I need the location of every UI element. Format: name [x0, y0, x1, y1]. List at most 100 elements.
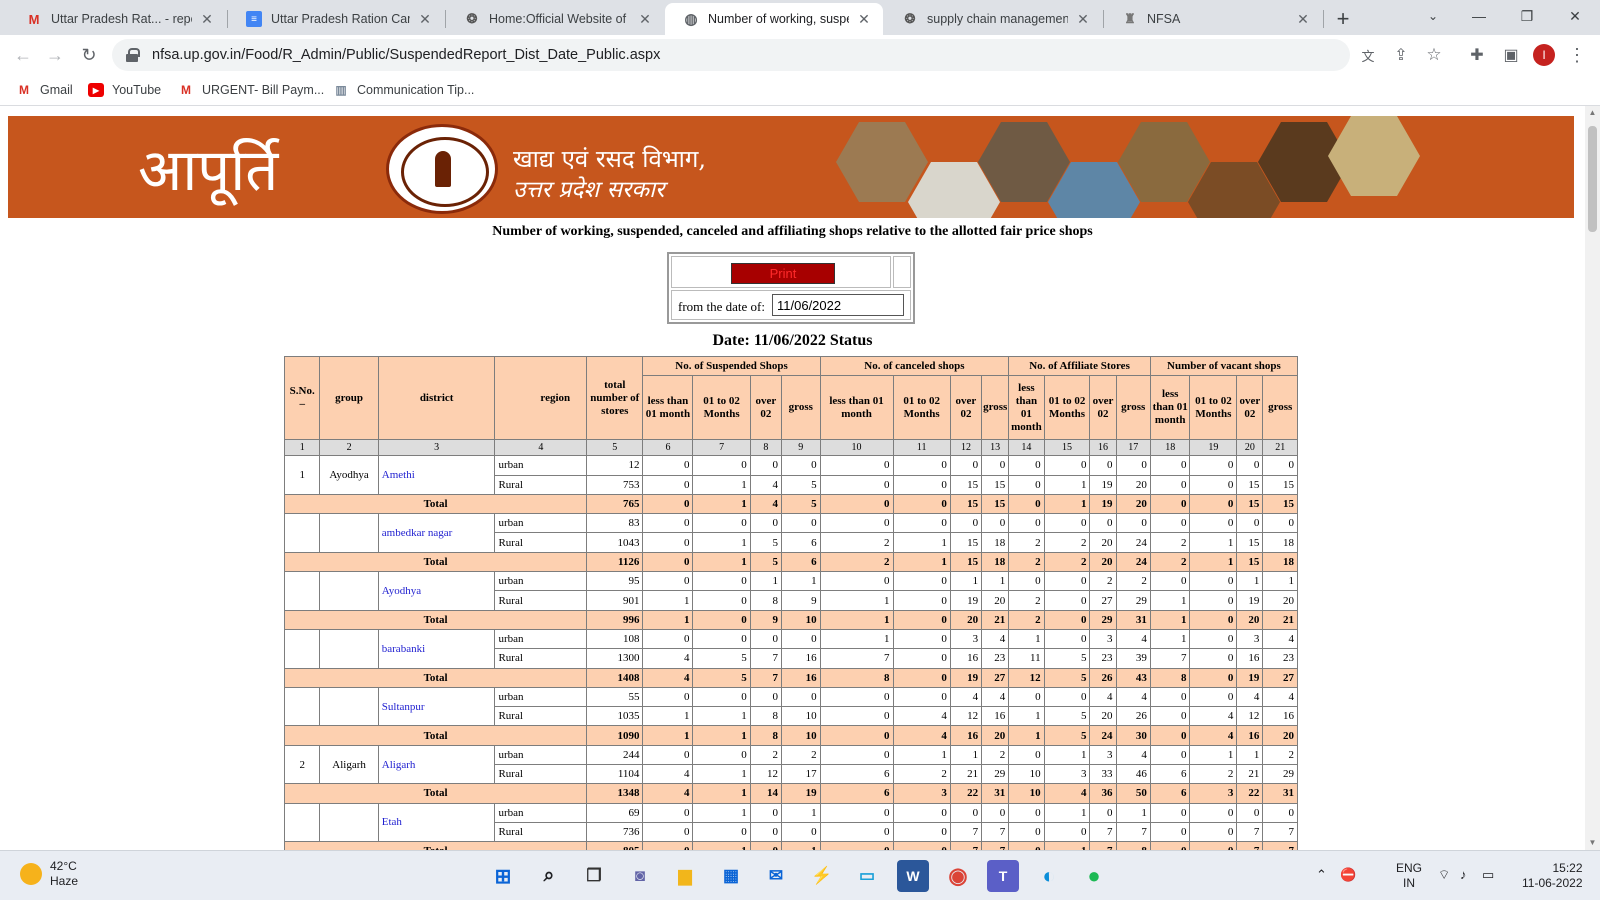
- column-number: 11: [892, 439, 951, 457]
- menu-button[interactable]: ⋮: [1563, 41, 1591, 69]
- bookmark-youtube[interactable]: ▶ YouTube: [88, 80, 161, 100]
- power-automate-icon[interactable]: ⚡: [806, 860, 838, 892]
- value-cell: 0: [981, 455, 1010, 476]
- reload-button[interactable]: ↻: [75, 41, 103, 69]
- value-cell: 4: [642, 764, 694, 785]
- youtube-icon: ▶: [88, 83, 104, 97]
- tab-search-button[interactable]: ⌄: [1410, 0, 1456, 32]
- minimize-button[interactable]: —: [1456, 0, 1502, 32]
- value-cell: 0: [819, 744, 894, 766]
- value-cell: 0: [1149, 802, 1191, 823]
- total-value-cell: 1: [1043, 841, 1091, 850]
- battery-icon[interactable]: ▭: [1482, 867, 1494, 883]
- scroll-down-arrow-icon[interactable]: ▼: [1588, 838, 1597, 848]
- profile-avatar[interactable]: I: [1533, 44, 1555, 66]
- from-date-input[interactable]: [772, 294, 904, 316]
- subheader: gross: [1115, 375, 1151, 441]
- bookmark-gmail[interactable]: M Gmail: [16, 80, 73, 100]
- vertical-scrollbar[interactable]: ▲ ▼: [1585, 106, 1600, 850]
- value-cell: 0: [642, 571, 694, 592]
- district-link[interactable]: Sultanpur: [377, 686, 496, 727]
- total-value-cell: 20: [1262, 725, 1298, 746]
- close-icon[interactable]: ✕: [1074, 10, 1092, 28]
- tab-strip: M Uttar Pradesh Rat... - repetiti ✕ ≡ Ut…: [0, 0, 1600, 35]
- district-link[interactable]: Aligarh: [377, 744, 496, 785]
- volume-icon[interactable]: ♪: [1460, 867, 1467, 882]
- value-cell: 1: [1043, 474, 1091, 495]
- task-view-icon[interactable]: ❐: [578, 860, 610, 892]
- show-hidden-icons-chevron-up-icon[interactable]: ⌃: [1316, 867, 1327, 883]
- search-icon[interactable]: ⌕: [533, 860, 565, 892]
- teams-icon[interactable]: T: [987, 860, 1019, 892]
- total-value-cell: 4: [642, 783, 694, 804]
- value-cell: 4: [1089, 686, 1117, 708]
- chrome-icon[interactable]: ◉: [942, 860, 974, 892]
- value-cell: 0: [1189, 571, 1238, 592]
- edge-icon[interactable]: ◐: [1033, 860, 1065, 892]
- bookmark-communication-tips[interactable]: ▥ Communication Tip...: [333, 80, 474, 100]
- tab-nfsa[interactable]: ♜ NFSA ✕: [1104, 3, 1322, 35]
- district-link[interactable]: Amethi: [377, 455, 496, 495]
- value-cell: 2: [819, 532, 894, 553]
- wifi-icon[interactable]: ⌔: [1438, 867, 1450, 883]
- total-value-cell: 1: [692, 493, 751, 515]
- value-cell: 18: [981, 532, 1010, 553]
- column-number: 17: [1115, 439, 1151, 457]
- start-windows-icon[interactable]: ⊞: [487, 860, 519, 892]
- scroll-up-arrow-icon[interactable]: ▲: [1588, 108, 1597, 118]
- weather-widget[interactable]: 42°C Haze: [20, 859, 78, 889]
- district-link[interactable]: Etah: [377, 802, 496, 843]
- value-cell: 20: [1089, 706, 1117, 727]
- bookmark-star-button[interactable]: ☆: [1420, 41, 1448, 69]
- side-panel-button[interactable]: ▣: [1497, 41, 1525, 69]
- subheader: over 02: [1236, 375, 1264, 441]
- total-value-cell: 20: [981, 725, 1010, 746]
- close-icon[interactable]: ✕: [855, 10, 873, 28]
- print-button[interactable]: Print: [731, 263, 835, 284]
- new-tab-button[interactable]: +: [1330, 6, 1356, 32]
- system-clock[interactable]: 15:22 11-06-2022: [1522, 861, 1583, 891]
- close-icon[interactable]: ✕: [1294, 10, 1312, 28]
- side-panel-icon: ▣: [1503, 47, 1519, 64]
- tab-ration-card-doc[interactable]: ≡ Uttar Pradesh Ration Card L ✕: [228, 3, 444, 35]
- table-row: Sultanpur urban 55 0 0 0 0 0 0 4 4 0 0 4 4 0 0 4 4: [283, 686, 1298, 727]
- value-cell: 0: [892, 686, 951, 708]
- teams-chat-icon[interactable]: ◙: [624, 860, 656, 892]
- total-value-cell: 805: [586, 841, 644, 850]
- remote-desktop-icon[interactable]: ▭: [851, 860, 883, 892]
- close-window-button[interactable]: ✕: [1552, 0, 1598, 32]
- close-icon[interactable]: ✕: [198, 10, 216, 28]
- tab-suspended-report[interactable]: ◍ Number of working, suspen ✕: [665, 3, 883, 35]
- filter-empty-cell: [893, 256, 911, 288]
- word-icon[interactable]: W: [897, 860, 929, 892]
- network-error-icon[interactable]: ⛔: [1340, 867, 1356, 883]
- value-cell: 0: [819, 686, 894, 708]
- spotify-icon[interactable]: ●: [1078, 860, 1110, 892]
- close-icon[interactable]: ✕: [636, 10, 654, 28]
- value-cell: 0: [1115, 455, 1151, 476]
- language-indicator[interactable]: ENG IN: [1396, 861, 1422, 891]
- mail-icon[interactable]: ✉: [760, 860, 792, 892]
- value-cell: 0: [892, 513, 951, 534]
- district-link[interactable]: Ayodhya: [377, 571, 496, 611]
- tab-supply-chain[interactable]: ❂ supply chain management ✕: [884, 3, 1102, 35]
- forward-button[interactable]: →: [41, 41, 69, 69]
- value-cell: 16: [1262, 706, 1298, 727]
- district-link[interactable]: ambedkar nagar: [377, 513, 496, 553]
- address-bar[interactable]: nfsa.up.gov.in/Food/R_Admin/Public/Suspe…: [112, 39, 1350, 71]
- close-icon[interactable]: ✕: [416, 10, 434, 28]
- translate-button[interactable]: 文: [1354, 41, 1382, 69]
- district-link[interactable]: barabanki: [377, 628, 496, 669]
- file-explorer-icon[interactable]: ▆: [669, 860, 701, 892]
- scrollbar-thumb[interactable]: [1588, 126, 1597, 232]
- microsoft-store-icon[interactable]: ▦: [715, 860, 747, 892]
- extensions-button[interactable]: ✚: [1463, 41, 1491, 69]
- share-button[interactable]: ⇪: [1387, 41, 1415, 69]
- tab-official-website[interactable]: ❂ Home:Official Website of Ut ✕: [446, 3, 664, 35]
- total-value-cell: 1: [781, 841, 821, 850]
- restore-button[interactable]: ❐: [1504, 0, 1550, 32]
- back-button[interactable]: ←: [9, 41, 37, 69]
- tab-gmail-ration[interactable]: M Uttar Pradesh Rat... - repetiti ✕: [8, 3, 226, 35]
- value-cell: 0: [1149, 571, 1191, 592]
- bookmark-urgent-bill[interactable]: M URGENT- Bill Paym...: [178, 80, 324, 100]
